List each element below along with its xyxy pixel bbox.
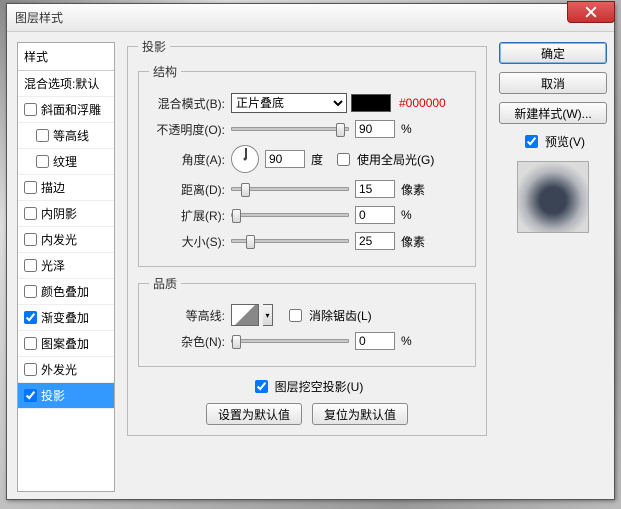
distance-slider[interactable] (231, 187, 349, 191)
layer-style-dialog: 图层样式 样式 混合选项:默认斜面和浮雕等高线纹理描边内阴影内发光光泽颜色叠加渐… (6, 3, 615, 500)
style-item-checkbox[interactable] (24, 233, 37, 246)
distance-input[interactable]: 15 (355, 180, 395, 198)
new-style-button[interactable]: 新建样式(W)... (499, 102, 607, 124)
spread-unit: % (401, 208, 412, 222)
spread-input[interactable]: 0 (355, 206, 395, 224)
opacity-unit: % (401, 122, 412, 136)
spread-label: 扩展(R): (149, 207, 231, 224)
style-item-checkbox[interactable] (24, 181, 37, 194)
set-default-button[interactable]: 设置为默认值 (206, 403, 302, 425)
size-input[interactable]: 25 (355, 232, 395, 250)
style-item-label: 图案叠加 (41, 335, 89, 352)
cancel-button[interactable]: 取消 (499, 72, 607, 94)
size-slider[interactable] (231, 239, 349, 243)
style-item-6[interactable]: 内发光 (18, 227, 114, 253)
style-item-5[interactable]: 内阴影 (18, 201, 114, 227)
style-item-label: 混合选项:默认 (24, 75, 99, 92)
blend-mode-label: 混合模式(B): (149, 95, 231, 112)
blend-mode-select[interactable]: 正片叠底 (231, 93, 347, 113)
style-item-label: 内阴影 (41, 205, 77, 222)
distance-label: 距离(D): (149, 181, 231, 198)
antialias-checkbox[interactable]: 消除锯齿(L) (285, 306, 372, 325)
angle-label: 角度(A): (149, 151, 231, 168)
angle-unit: 度 (311, 151, 323, 168)
style-item-label: 等高线 (53, 127, 89, 144)
style-item-checkbox[interactable] (36, 129, 49, 142)
style-item-label: 内发光 (41, 231, 77, 248)
style-item-label: 外发光 (41, 361, 77, 378)
angle-input[interactable]: 90 (265, 150, 305, 168)
opacity-label: 不透明度(O): (149, 121, 231, 138)
style-list: 样式 混合选项:默认斜面和浮雕等高线纹理描边内阴影内发光光泽颜色叠加渐变叠加图案… (17, 42, 115, 492)
style-item-checkbox[interactable] (24, 259, 37, 272)
ok-button[interactable]: 确定 (499, 42, 607, 64)
style-item-checkbox[interactable] (24, 363, 37, 376)
noise-input[interactable]: 0 (355, 332, 395, 350)
shadow-color-hex: #000000 (399, 96, 446, 110)
contour-label: 等高线: (149, 307, 231, 324)
spread-slider[interactable] (231, 213, 349, 217)
shadow-color-swatch[interactable] (351, 94, 391, 112)
style-item-1[interactable]: 斜面和浮雕 (18, 97, 114, 123)
noise-label: 杂色(N): (149, 333, 231, 350)
global-light-checkbox[interactable]: 使用全局光(G) (333, 150, 434, 169)
preview-thumbnail (517, 161, 589, 233)
distance-unit: 像素 (401, 181, 425, 198)
style-item-checkbox[interactable] (24, 311, 37, 324)
titlebar[interactable]: 图层样式 (7, 4, 614, 32)
style-item-0[interactable]: 混合选项:默认 (18, 71, 114, 97)
style-item-label: 投影 (41, 387, 65, 404)
opacity-slider[interactable] (231, 127, 349, 131)
right-column: 确定 取消 新建样式(W)... 预览(V) (499, 42, 607, 233)
style-item-label: 描边 (41, 179, 65, 196)
quality-legend: 品质 (149, 275, 181, 292)
style-item-2[interactable]: 等高线 (18, 123, 114, 149)
style-item-3[interactable]: 纹理 (18, 149, 114, 175)
style-item-label: 光泽 (41, 257, 65, 274)
style-item-label: 斜面和浮雕 (41, 101, 101, 118)
style-item-checkbox[interactable] (24, 285, 37, 298)
style-item-checkbox[interactable] (24, 103, 37, 116)
preview-checkbox[interactable]: 预览(V) (521, 132, 585, 151)
quality-group: 品质 等高线: ▾ 消除锯齿(L) 杂色(N): 0 % (138, 275, 476, 367)
opacity-input[interactable]: 90 (355, 120, 395, 138)
style-list-header: 样式 (18, 43, 114, 71)
dialog-body: 样式 混合选项:默认斜面和浮雕等高线纹理描边内阴影内发光光泽颜色叠加渐变叠加图案… (7, 32, 614, 499)
dropshadow-fieldset: 投影 结构 混合模式(B): 正片叠底 #000000 不透明度(O): (127, 38, 487, 436)
size-label: 大小(S): (149, 233, 231, 250)
style-item-checkbox[interactable] (24, 207, 37, 220)
style-item-label: 颜色叠加 (41, 283, 89, 300)
window-title: 图层样式 (15, 9, 63, 26)
effect-panel: 投影 结构 混合模式(B): 正片叠底 #000000 不透明度(O): (127, 38, 487, 494)
style-item-label: 纹理 (53, 153, 77, 170)
style-item-12[interactable]: 投影 (18, 383, 114, 409)
style-item-checkbox[interactable] (24, 389, 37, 402)
panel-title: 投影 (138, 38, 170, 55)
style-item-10[interactable]: 图案叠加 (18, 331, 114, 357)
style-item-7[interactable]: 光泽 (18, 253, 114, 279)
style-item-8[interactable]: 颜色叠加 (18, 279, 114, 305)
size-unit: 像素 (401, 233, 425, 250)
style-item-4[interactable]: 描边 (18, 175, 114, 201)
style-item-label: 渐变叠加 (41, 309, 89, 326)
style-item-11[interactable]: 外发光 (18, 357, 114, 383)
style-item-9[interactable]: 渐变叠加 (18, 305, 114, 331)
style-item-checkbox[interactable] (24, 337, 37, 350)
angle-dial[interactable] (231, 145, 259, 173)
style-item-checkbox[interactable] (36, 155, 49, 168)
knockout-checkbox[interactable]: 图层挖空投影(U) (251, 377, 364, 396)
contour-dropdown-icon[interactable]: ▾ (263, 304, 273, 326)
close-icon (585, 6, 597, 18)
reset-default-button[interactable]: 复位为默认值 (312, 403, 408, 425)
structure-group: 结构 混合模式(B): 正片叠底 #000000 不透明度(O): 90 % (138, 63, 476, 267)
contour-picker[interactable] (231, 304, 259, 326)
close-button[interactable] (567, 1, 615, 23)
noise-unit: % (401, 334, 412, 348)
noise-slider[interactable] (231, 339, 349, 343)
structure-legend: 结构 (149, 63, 181, 80)
